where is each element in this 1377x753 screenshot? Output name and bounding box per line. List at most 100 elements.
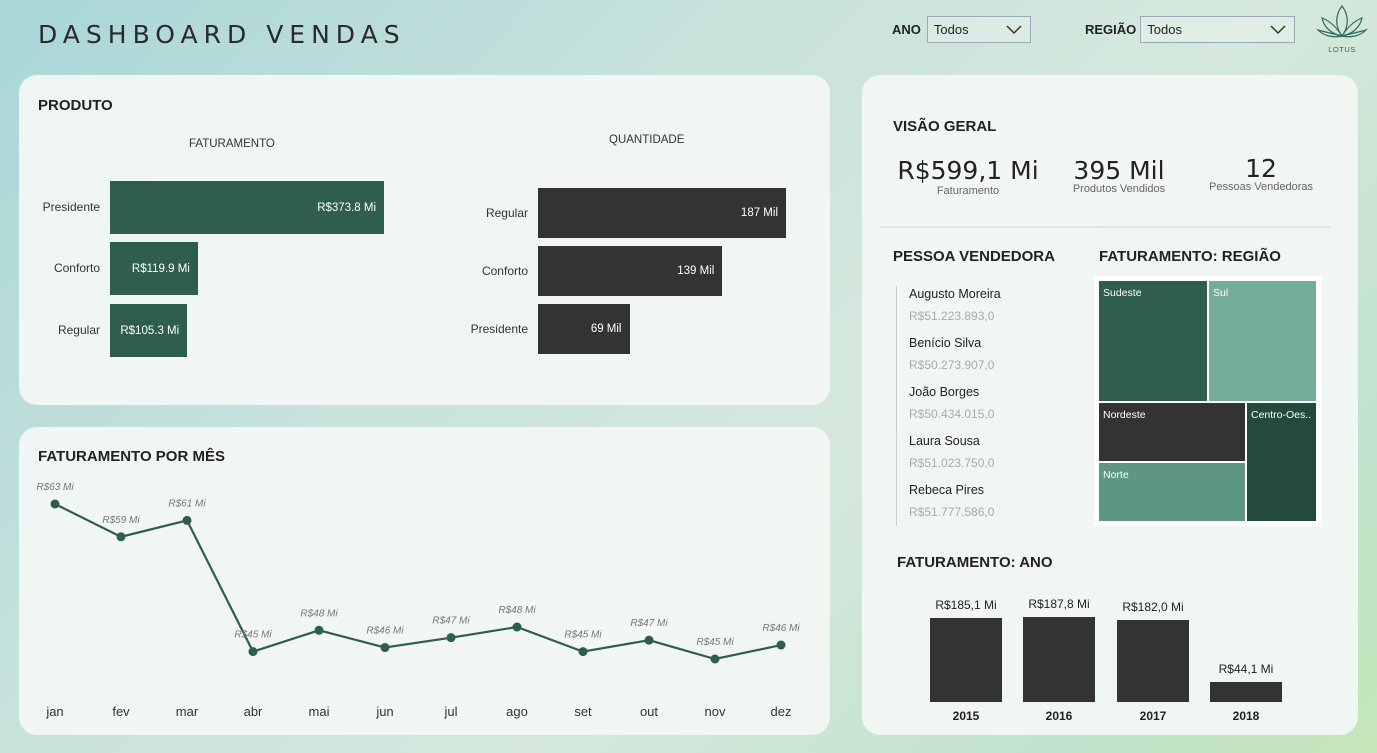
mes-line-chart: R$63 Mi R$59 Mi R$61 Mi R$45 Mi R$48 Mi R$46 … — [36, 482, 800, 664]
seller-item[interactable]: Benício Silva R$50.273.907,0 — [909, 336, 994, 372]
faturamento-bar[interactable]: R$119.9 Mi — [110, 242, 198, 295]
line-data-label: R$47 Mi — [432, 616, 470, 627]
line-data-label: R$45 Mi — [696, 637, 734, 648]
ano-dropdown[interactable]: Todos — [926, 16, 1031, 43]
kpi-faturamento-label: Faturamento — [936, 185, 1000, 197]
quantidade-category-label: Conforto — [481, 264, 528, 278]
faturamento-bar[interactable]: R$373.8 Mi — [110, 181, 384, 234]
faturamento-category-label: Regular — [57, 323, 100, 337]
tile-label: Centro-Oes.. — [1251, 409, 1312, 421]
treemap-tile-sul[interactable]: Sul — [1208, 280, 1317, 402]
line-point[interactable] — [380, 643, 390, 653]
regiao-dropdown-value: Todos — [1147, 22, 1182, 37]
ano-bar[interactable] — [1023, 617, 1095, 702]
line-data-label: R$45 Mi — [234, 630, 272, 641]
treemap-tile-sudeste[interactable]: Sudeste — [1098, 280, 1208, 402]
ano-bar-value: R$185,1 Mi — [935, 598, 997, 613]
line-data-label: R$46 Mi — [366, 626, 404, 637]
ano-bar[interactable] — [1117, 619, 1189, 702]
line-point[interactable] — [578, 647, 588, 657]
month-label: jun — [376, 704, 394, 719]
ano-bar-value: R$44,1 Mi — [1218, 662, 1274, 677]
month-label: ago — [506, 704, 528, 719]
treemap-tile-centro-oeste[interactable]: Centro-Oes.. — [1246, 402, 1317, 522]
chevron-down-icon — [1006, 24, 1022, 34]
quantidade-bar-value: 139 Mil — [677, 265, 715, 277]
faturamento-bar-value: R$105.3 Mi — [120, 324, 180, 337]
line-data-label: R$45 Mi — [564, 630, 602, 641]
seller-value: R$50.273.907,0 — [909, 358, 995, 372]
seller-value: R$50.434.015,0 — [909, 407, 995, 421]
ano-title: FATURAMENTO: ANO — [897, 554, 1053, 571]
ano-bar-value: R$187,8 Mi — [1028, 597, 1090, 611]
line-point[interactable] — [710, 654, 720, 664]
line-data-label: R$46 Mi — [762, 623, 800, 634]
month-label: abr — [243, 704, 263, 719]
quantidade-bar-value: 69 Mil — [590, 323, 622, 335]
faturamento-category-label: Presidente — [42, 200, 100, 214]
seller-value: R$51.023.750,0 — [909, 456, 995, 470]
faturamento-bar-value: R$373.8 Mi — [317, 201, 376, 214]
line-data-label: R$48 Mi — [300, 608, 338, 619]
kpi-faturamento: R$599,1 Mi Faturamento — [888, 156, 1048, 197]
seller-item[interactable]: Rebeca Pires R$51.777.586,0 — [909, 483, 994, 519]
month-label: jul — [444, 704, 458, 719]
quantidade-subtitle: QUANTIDADE — [609, 134, 685, 146]
regiao-dropdown[interactable]: Todos — [1140, 16, 1296, 43]
line-data-label: R$59 Mi — [102, 515, 140, 526]
quantidade-bar[interactable]: 187 Mil — [538, 188, 786, 238]
quantidade-bar[interactable]: 139 Mil — [538, 246, 723, 296]
filter-ano: ANO Todos — [892, 16, 1031, 43]
line-series — [54, 503, 782, 661]
ano-bar[interactable] — [930, 618, 1002, 702]
line-point[interactable] — [644, 635, 654, 645]
seller-name: João Borges — [909, 385, 980, 399]
line-point[interactable] — [182, 515, 192, 525]
lotus-icon — [1315, 5, 1369, 38]
treemap-tile-norte[interactable]: Norte — [1098, 462, 1246, 522]
seller-item[interactable]: Augusto Moreira R$51.223.893,0 — [909, 287, 1001, 323]
seller-name: Augusto Moreira — [909, 287, 1001, 301]
line-point[interactable] — [446, 633, 456, 643]
kpi-pessoas-value: 12 — [1245, 154, 1277, 183]
filter-regiao-label: REGIÃO — [1085, 22, 1137, 37]
quantidade-bar-value: 187 Mil — [740, 207, 778, 219]
month-label: set — [574, 704, 592, 719]
month-label: mai — [308, 704, 330, 719]
tile-label: Sudeste — [1103, 287, 1142, 299]
line-data-label: R$48 Mi — [498, 605, 536, 616]
ano-dropdown-value: Todos — [933, 22, 969, 37]
month-label: jan — [46, 704, 64, 719]
seller-item[interactable]: Laura Sousa R$51.023.750,0 — [909, 434, 994, 470]
kpi-pessoas: 12 Pessoas Vendedoras — [1198, 154, 1324, 193]
line-point[interactable] — [776, 640, 786, 650]
ano-category-label: 2017 — [1139, 709, 1167, 723]
kpi-faturamento-value: R$599,1 Mi — [897, 156, 1039, 185]
kpi-produtos-value: 395 Mil — [1073, 156, 1165, 185]
faturamento-bar-value: R$119.9 Mi — [131, 262, 190, 275]
seller-value: R$51.223.893,0 — [909, 309, 995, 323]
vendedora-title: PESSOA VENDEDORA — [893, 248, 1055, 265]
ano-bar[interactable] — [1210, 682, 1282, 702]
faturamento-bar[interactable]: R$105.3 Mi — [110, 304, 188, 357]
regiao-title: FATURAMENTO: REGIÃO — [1099, 248, 1281, 265]
logo-text: LOTUS — [1328, 45, 1356, 54]
lotus-logo: LOTUS — [1314, 2, 1370, 56]
line-point[interactable] — [248, 647, 258, 657]
line-point[interactable] — [512, 622, 522, 632]
dashboard-title: DASHBOARD VENDAS — [38, 20, 406, 49]
ano-bar-value: R$182,0 Mi — [1122, 599, 1184, 614]
month-label: fev — [112, 704, 130, 719]
month-label: mar — [175, 704, 199, 719]
line-point[interactable] — [116, 532, 126, 542]
tile-label: Norte — [1103, 469, 1129, 481]
seller-value: R$51.777.586,0 — [909, 505, 995, 519]
seller-item[interactable]: João Borges R$50.434.015,0 — [909, 385, 994, 421]
seller-name: Laura Sousa — [909, 434, 980, 448]
line-data-label: R$63 Mi — [36, 482, 74, 493]
line-point[interactable] — [50, 499, 60, 509]
quantidade-bar[interactable]: 69 Mil — [538, 304, 630, 354]
line-point[interactable] — [314, 625, 324, 635]
filter-ano-label: ANO — [892, 22, 921, 37]
treemap-tile-nordeste[interactable]: Nordeste — [1098, 402, 1246, 462]
